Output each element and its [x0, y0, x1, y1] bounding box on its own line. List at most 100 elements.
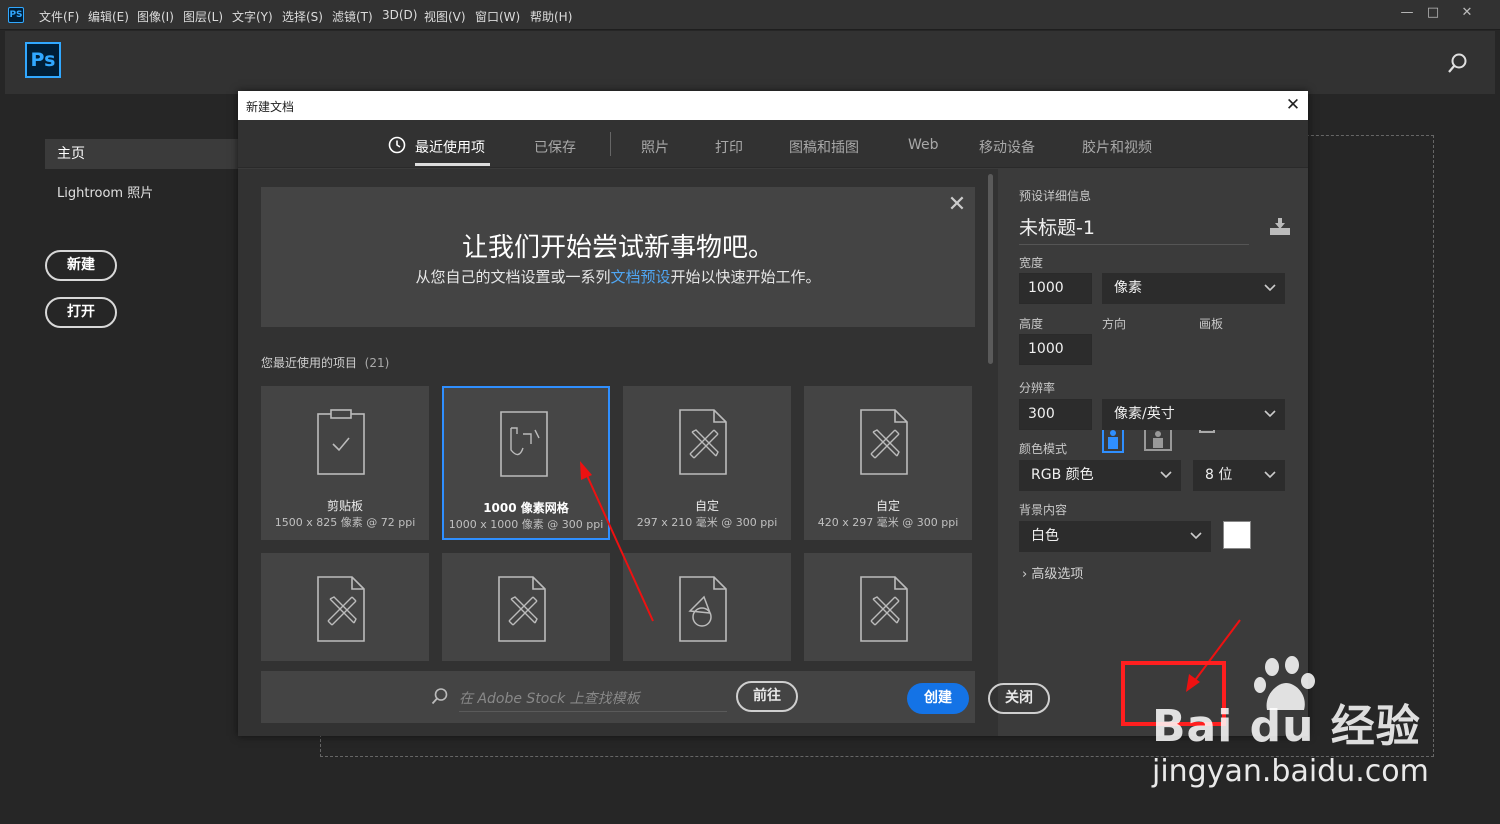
grid-document-icon	[500, 411, 548, 477]
resolution-unit-select[interactable]: 像素/英寸	[1102, 399, 1285, 430]
width-label: 宽度	[1019, 256, 1044, 270]
stock-search-input[interactable]: 在 Adobe Stock 上查找模板	[459, 688, 727, 712]
tab-film-video[interactable]: 胶片和视频	[1082, 137, 1152, 157]
recent-item-card[interactable]: 1000 像素网格 1000 x 1000 像素 @ 300 ppi	[442, 386, 610, 540]
welcome-subtitle-before: 从您自己的文档设置或一系列	[415, 268, 611, 286]
tab-recent[interactable]: 最近使用项	[415, 137, 485, 157]
welcome-close-icon[interactable]: ✕	[945, 192, 969, 217]
width-unit-value: 像素	[1114, 280, 1142, 296]
close-button[interactable]: 关闭	[988, 683, 1050, 714]
custom-document-icon	[679, 409, 727, 475]
color-mode-value: RGB 颜色	[1031, 467, 1094, 483]
tab-web[interactable]: Web	[908, 137, 939, 153]
welcome-banner: ✕ 让我们开始尝试新事物吧。 从您自己的文档设置或一系列文档预设开始以快速开始工…	[261, 187, 975, 327]
welcome-title: 让我们开始尝试新事物吧。	[461, 233, 774, 263]
save-preset-icon[interactable]	[1269, 218, 1291, 236]
menu-help[interactable]: 帮助(H)	[530, 8, 572, 25]
recent-item-name: 1000 像素网格	[483, 501, 569, 515]
shapes-document-icon	[679, 576, 727, 642]
tab-mobile[interactable]: 移动设备	[979, 137, 1035, 157]
active-tab-indicator	[415, 163, 490, 166]
chevron-down-icon	[1264, 410, 1276, 418]
new-button[interactable]: 新建	[45, 250, 117, 281]
tab-art-illustration[interactable]: 图稿和插图	[789, 137, 859, 157]
menu-file[interactable]: 文件(F)	[39, 8, 79, 25]
sidebar-item-lightroom[interactable]: Lightroom 照片	[57, 182, 153, 201]
recent-item-card[interactable]: 自定 420 x 297 毫米 @ 300 ppi	[804, 386, 972, 540]
recent-item-card[interactable]: 剪贴板 1500 x 825 像素 @ 72 ppi	[261, 386, 429, 540]
chevron-down-icon	[1264, 471, 1276, 479]
advanced-options-toggle[interactable]: › 高级选项	[1022, 563, 1083, 582]
bit-depth-select[interactable]: 8 位	[1193, 460, 1285, 491]
recent-item-name: 自定	[694, 499, 719, 513]
recent-items-label: 您最近使用的项目 (21)	[261, 354, 389, 371]
background-select[interactable]: 白色	[1019, 521, 1211, 552]
artboard-label: 画板	[1199, 317, 1224, 331]
recent-item-info: 297 x 210 毫米 @ 300 ppi	[636, 516, 778, 529]
sidebar-item-home[interactable]: 主页	[45, 139, 245, 169]
recent-item-card[interactable]	[261, 553, 429, 661]
recent-item-card[interactable]	[623, 553, 791, 661]
color-mode-select[interactable]: RGB 颜色	[1019, 460, 1181, 491]
home-header	[5, 31, 1495, 94]
menu-3d[interactable]: 3D(D)	[382, 8, 417, 22]
custom-document-icon	[317, 576, 365, 642]
bit-depth-value: 8 位	[1205, 467, 1233, 483]
height-input[interactable]: 1000	[1019, 334, 1092, 365]
welcome-subtitle: 从您自己的文档设置或一系列文档预设开始以快速开始工作。	[261, 266, 975, 287]
menu-filter[interactable]: 滤镜(T)	[332, 8, 373, 25]
tab-photo[interactable]: 照片	[641, 137, 669, 157]
go-button[interactable]: 前往	[736, 681, 798, 712]
open-button[interactable]: 打开	[45, 297, 117, 328]
width-unit-select[interactable]: 像素	[1102, 273, 1285, 304]
height-label: 高度	[1019, 317, 1044, 331]
recent-item-name: 剪贴板	[326, 499, 363, 513]
stock-search-bar: 在 Adobe Stock 上查找模板 前往	[261, 671, 975, 723]
width-input[interactable]: 1000	[1019, 273, 1092, 304]
dialog-close-icon[interactable]: ✕	[1284, 95, 1302, 115]
new-document-dialog: 新建文档 ✕ 最近使用项 已保存 照片 打印 图稿和插图 Web 移动设备 胶片…	[238, 91, 1308, 736]
scrollbar[interactable]	[988, 174, 993, 364]
menu-image[interactable]: 图像(I)	[137, 8, 174, 25]
landscape-orientation-icon[interactable]	[1144, 427, 1172, 451]
search-icon[interactable]	[1447, 52, 1469, 74]
tab-saved[interactable]: 已保存	[534, 137, 576, 157]
advanced-options-label: 高级选项	[1031, 567, 1084, 582]
chevron-down-icon	[1160, 471, 1172, 479]
maximize-button[interactable]: □	[1418, 4, 1448, 22]
menu-edit[interactable]: 编辑(E)	[88, 8, 129, 25]
resolution-input[interactable]: 300	[1019, 399, 1092, 430]
menu-layer[interactable]: 图层(L)	[183, 8, 223, 25]
background-value: 白色	[1031, 528, 1059, 544]
dialog-titlebar: 新建文档 ✕	[238, 91, 1308, 120]
recent-item-card[interactable]	[804, 553, 972, 661]
tab-print[interactable]: 打印	[715, 137, 743, 157]
custom-document-icon	[860, 576, 908, 642]
recent-item-card[interactable]	[442, 553, 610, 661]
clock-icon	[388, 136, 406, 154]
document-name-input[interactable]: 未标题-1	[1019, 213, 1249, 245]
tab-divider	[610, 132, 611, 156]
preset-tabs: 最近使用项 已保存 照片 打印 图稿和插图 Web 移动设备 胶片和视频	[238, 120, 1308, 168]
photoshop-app-icon: PS	[8, 7, 24, 23]
create-button[interactable]: 创建	[907, 683, 969, 714]
search-icon	[431, 688, 448, 705]
recent-item-info: 1000 x 1000 像素 @ 300 ppi	[448, 518, 604, 531]
preset-details-panel: 预设详细信息 未标题-1 宽度 1000 像素 高度 方向 画板 1000 分辨…	[1000, 169, 1308, 736]
window-close-button[interactable]: ✕	[1452, 4, 1482, 22]
photoshop-logo: Ps	[25, 42, 61, 78]
preset-details-label: 预设详细信息	[1019, 189, 1092, 203]
menu-window[interactable]: 窗口(W)	[475, 8, 520, 25]
background-color-swatch[interactable]	[1223, 521, 1251, 549]
menu-type[interactable]: 文字(Y)	[232, 8, 273, 25]
orientation-label: 方向	[1102, 317, 1127, 331]
resolution-unit-value: 像素/英寸	[1114, 406, 1175, 422]
recent-item-info: 1500 x 825 像素 @ 72 ppi	[274, 516, 416, 529]
recent-item-card[interactable]: 自定 297 x 210 毫米 @ 300 ppi	[623, 386, 791, 540]
chevron-down-icon	[1190, 532, 1202, 540]
document-presets-link[interactable]: 文档预设	[610, 268, 670, 286]
menu-select[interactable]: 选择(S)	[282, 8, 323, 25]
dialog-title: 新建文档	[246, 100, 295, 114]
menu-view[interactable]: 视图(V)	[424, 8, 466, 25]
custom-document-icon	[860, 409, 908, 475]
